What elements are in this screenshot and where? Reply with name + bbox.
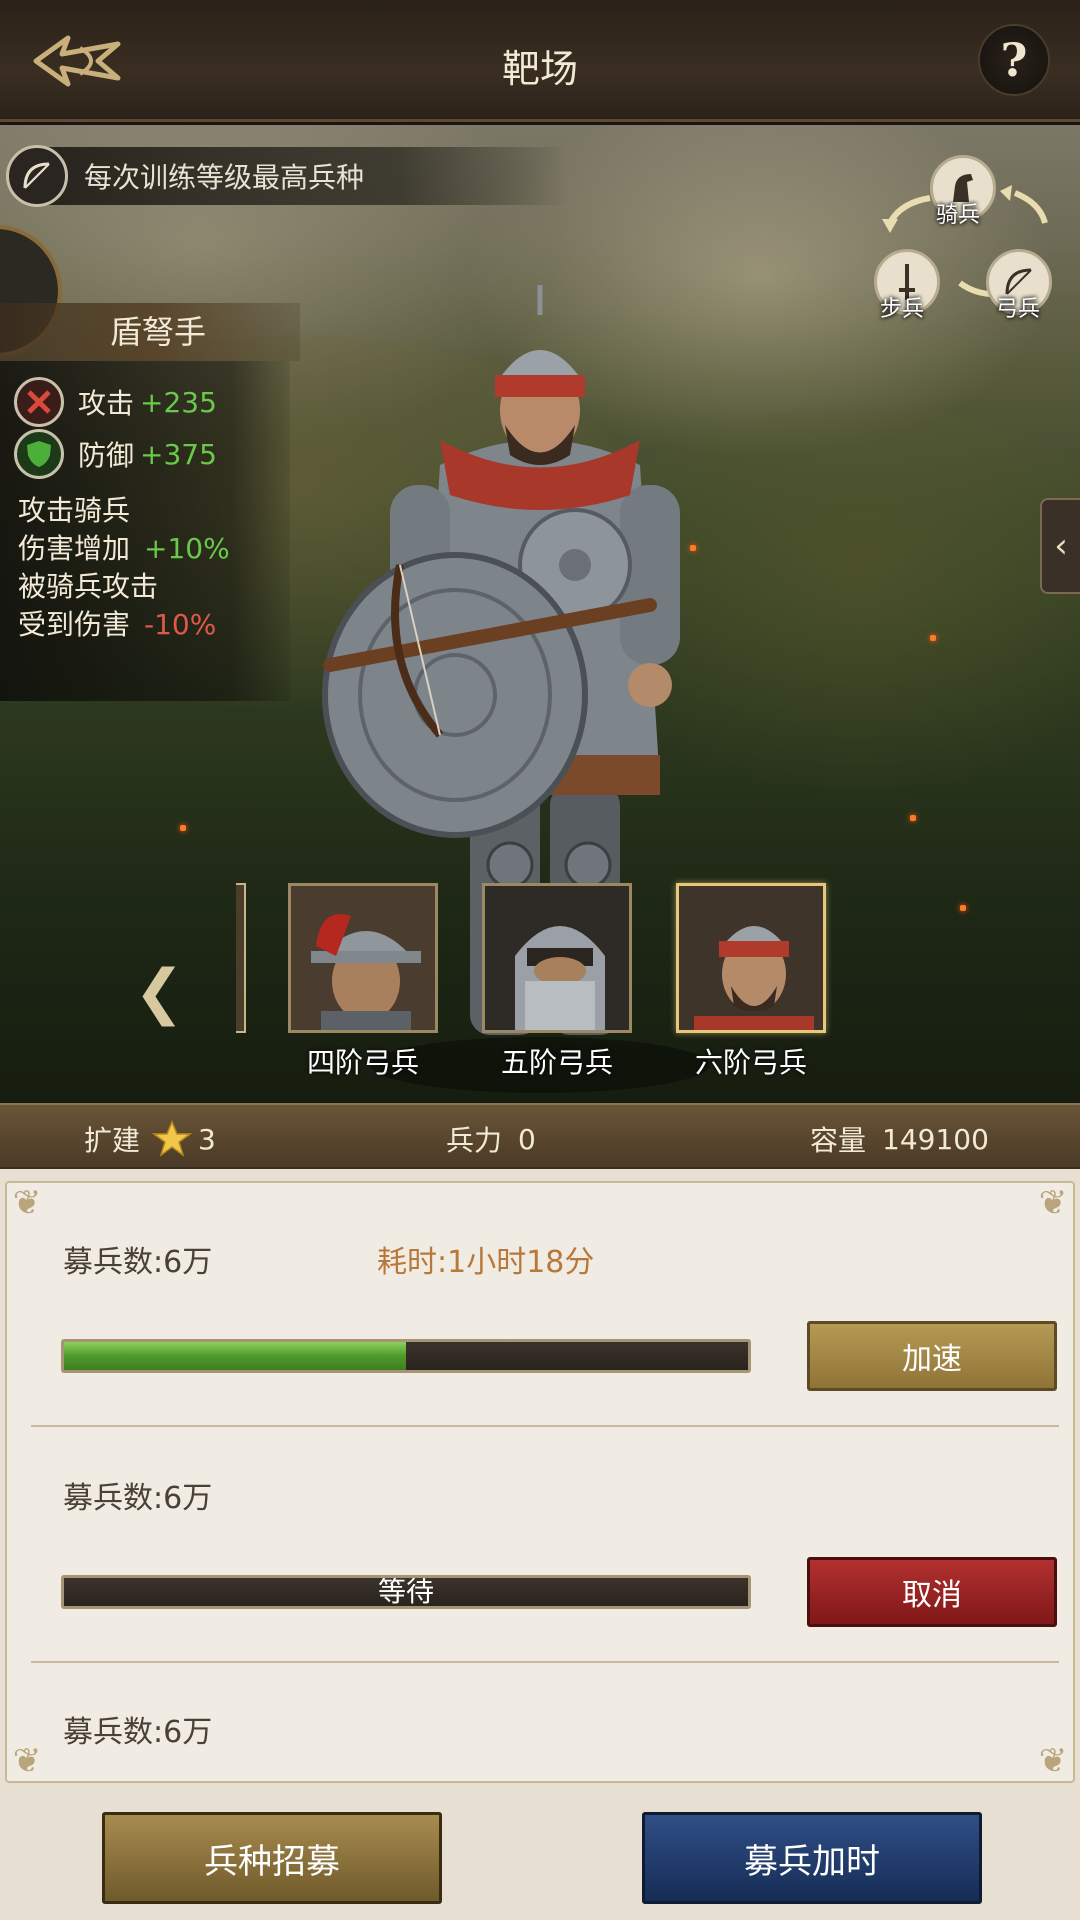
unit-recruit-button[interactable]: 兵种招募 xyxy=(102,1812,442,1904)
unit-name: 盾弩手 xyxy=(110,313,207,351)
training-info-bar: 每次训练等级最高兵种 xyxy=(6,145,568,207)
defense-stat: 防御 +375 xyxy=(14,429,217,479)
cavalry-label: 骑兵 xyxy=(936,203,981,228)
star-icon xyxy=(152,1120,193,1157)
chevron-left-icon: ‹ xyxy=(1054,526,1068,566)
queue-item-title: 募兵数:6万 xyxy=(63,1481,213,1516)
ember-decoration xyxy=(180,825,186,831)
stat-value: +235 xyxy=(140,385,217,419)
stat-label: 攻击 xyxy=(78,387,135,420)
shield-icon xyxy=(14,429,64,479)
corner-ornament-icon: ❦ xyxy=(1038,1183,1068,1223)
waiting-progress-bar: 等待 xyxy=(61,1575,751,1609)
crossbowman-portrait-icon xyxy=(679,886,823,1030)
tier-card-partial[interactable] xyxy=(236,883,246,1033)
help-button[interactable]: ? xyxy=(978,24,1050,96)
training-info-text: 每次训练等级最高兵种 xyxy=(84,161,365,194)
carousel-prev-button[interactable]: ❮ xyxy=(134,957,184,1027)
ember-decoration xyxy=(960,905,966,911)
bonus-line: 伤害增加 +10% xyxy=(18,532,230,565)
bonus-line: 被骑兵攻击 xyxy=(18,570,159,603)
tier-label: 六阶弓兵 xyxy=(694,1046,807,1079)
bonus-line: 攻击骑兵 xyxy=(18,494,131,527)
attack-stat: 攻击 +235 xyxy=(14,377,217,427)
capacity: 容量 149100 xyxy=(810,1122,989,1158)
corner-ornament-icon: ❦ xyxy=(12,1741,42,1781)
infantry-label: 步兵 xyxy=(880,297,925,322)
help-icon: ? xyxy=(1000,33,1028,87)
page-title: 靶场 xyxy=(501,47,578,91)
archer-label: 弓兵 xyxy=(996,297,1041,322)
top-bar: 靶场 ? xyxy=(0,0,1080,122)
ember-decoration xyxy=(910,815,916,821)
recruit-extend-button[interactable]: 募兵加时 xyxy=(642,1812,982,1904)
ember-decoration xyxy=(930,635,936,641)
archer-portrait-icon xyxy=(291,886,435,1030)
divider xyxy=(31,1661,1059,1663)
recruit-progress-bar xyxy=(61,1339,751,1373)
corner-ornament-icon: ❦ xyxy=(1038,1741,1068,1781)
cancel-button[interactable]: 取消 xyxy=(807,1557,1057,1627)
corner-ornament-icon: ❦ xyxy=(12,1183,42,1223)
bonus-line: 受到伤害 -10% xyxy=(18,608,217,641)
speed-up-button[interactable]: 加速 xyxy=(807,1321,1057,1391)
divider xyxy=(31,1425,1059,1427)
side-panel-toggle[interactable]: ‹ xyxy=(1040,498,1080,594)
chevron-left-icon: ❮ xyxy=(134,957,185,1027)
waiting-status: 等待 xyxy=(377,1575,434,1608)
knight-portrait-icon xyxy=(485,886,629,1030)
tier-label: 五阶弓兵 xyxy=(500,1046,613,1079)
tier-card-selected[interactable] xyxy=(676,883,826,1033)
tier-label: 四阶弓兵 xyxy=(306,1046,419,1079)
bow-icon xyxy=(6,145,68,207)
tier-card[interactable] xyxy=(288,883,438,1033)
queue-item-time: 耗时:1小时18分 xyxy=(377,1245,595,1280)
queue-item-title: 募兵数:6万 xyxy=(63,1245,213,1280)
queue-item-title: 募兵数:6万 xyxy=(63,1715,213,1750)
recruit-panel: ❦ ❦ ❦ ❦ 募兵数:6万 耗时:1小时18分 加速 募兵数:6万 等待 取消… xyxy=(0,1169,1080,1920)
sword-crossed-icon xyxy=(14,377,64,427)
tier-card[interactable] xyxy=(482,883,632,1033)
counter-triangle[interactable]: 骑兵 步兵 弓兵 xyxy=(860,153,1080,333)
stat-label: 防御 xyxy=(78,439,135,472)
recruit-queue: ❦ ❦ ❦ ❦ 募兵数:6万 耗时:1小时18分 加速 募兵数:6万 等待 取消… xyxy=(5,1181,1075,1783)
troop-count: 兵力 0 xyxy=(446,1122,536,1158)
unit-stats-panel: 攻击 +235 防御 +375 攻击骑兵 伤害增加 +10% 被骑兵攻击 受到伤害… xyxy=(0,361,290,701)
expand-level[interactable]: 扩建 3 xyxy=(84,1119,216,1159)
unit-scene: 每次训练等级最高兵种 盾弩手 攻击 +235 防御 +375 攻击骑兵 伤害增加… xyxy=(0,125,1080,1103)
barracks-stat-bar: 扩建 3 兵力 0 容量 149100 xyxy=(0,1103,1080,1169)
progress-fill xyxy=(64,1342,406,1370)
stat-value: +375 xyxy=(140,437,217,471)
